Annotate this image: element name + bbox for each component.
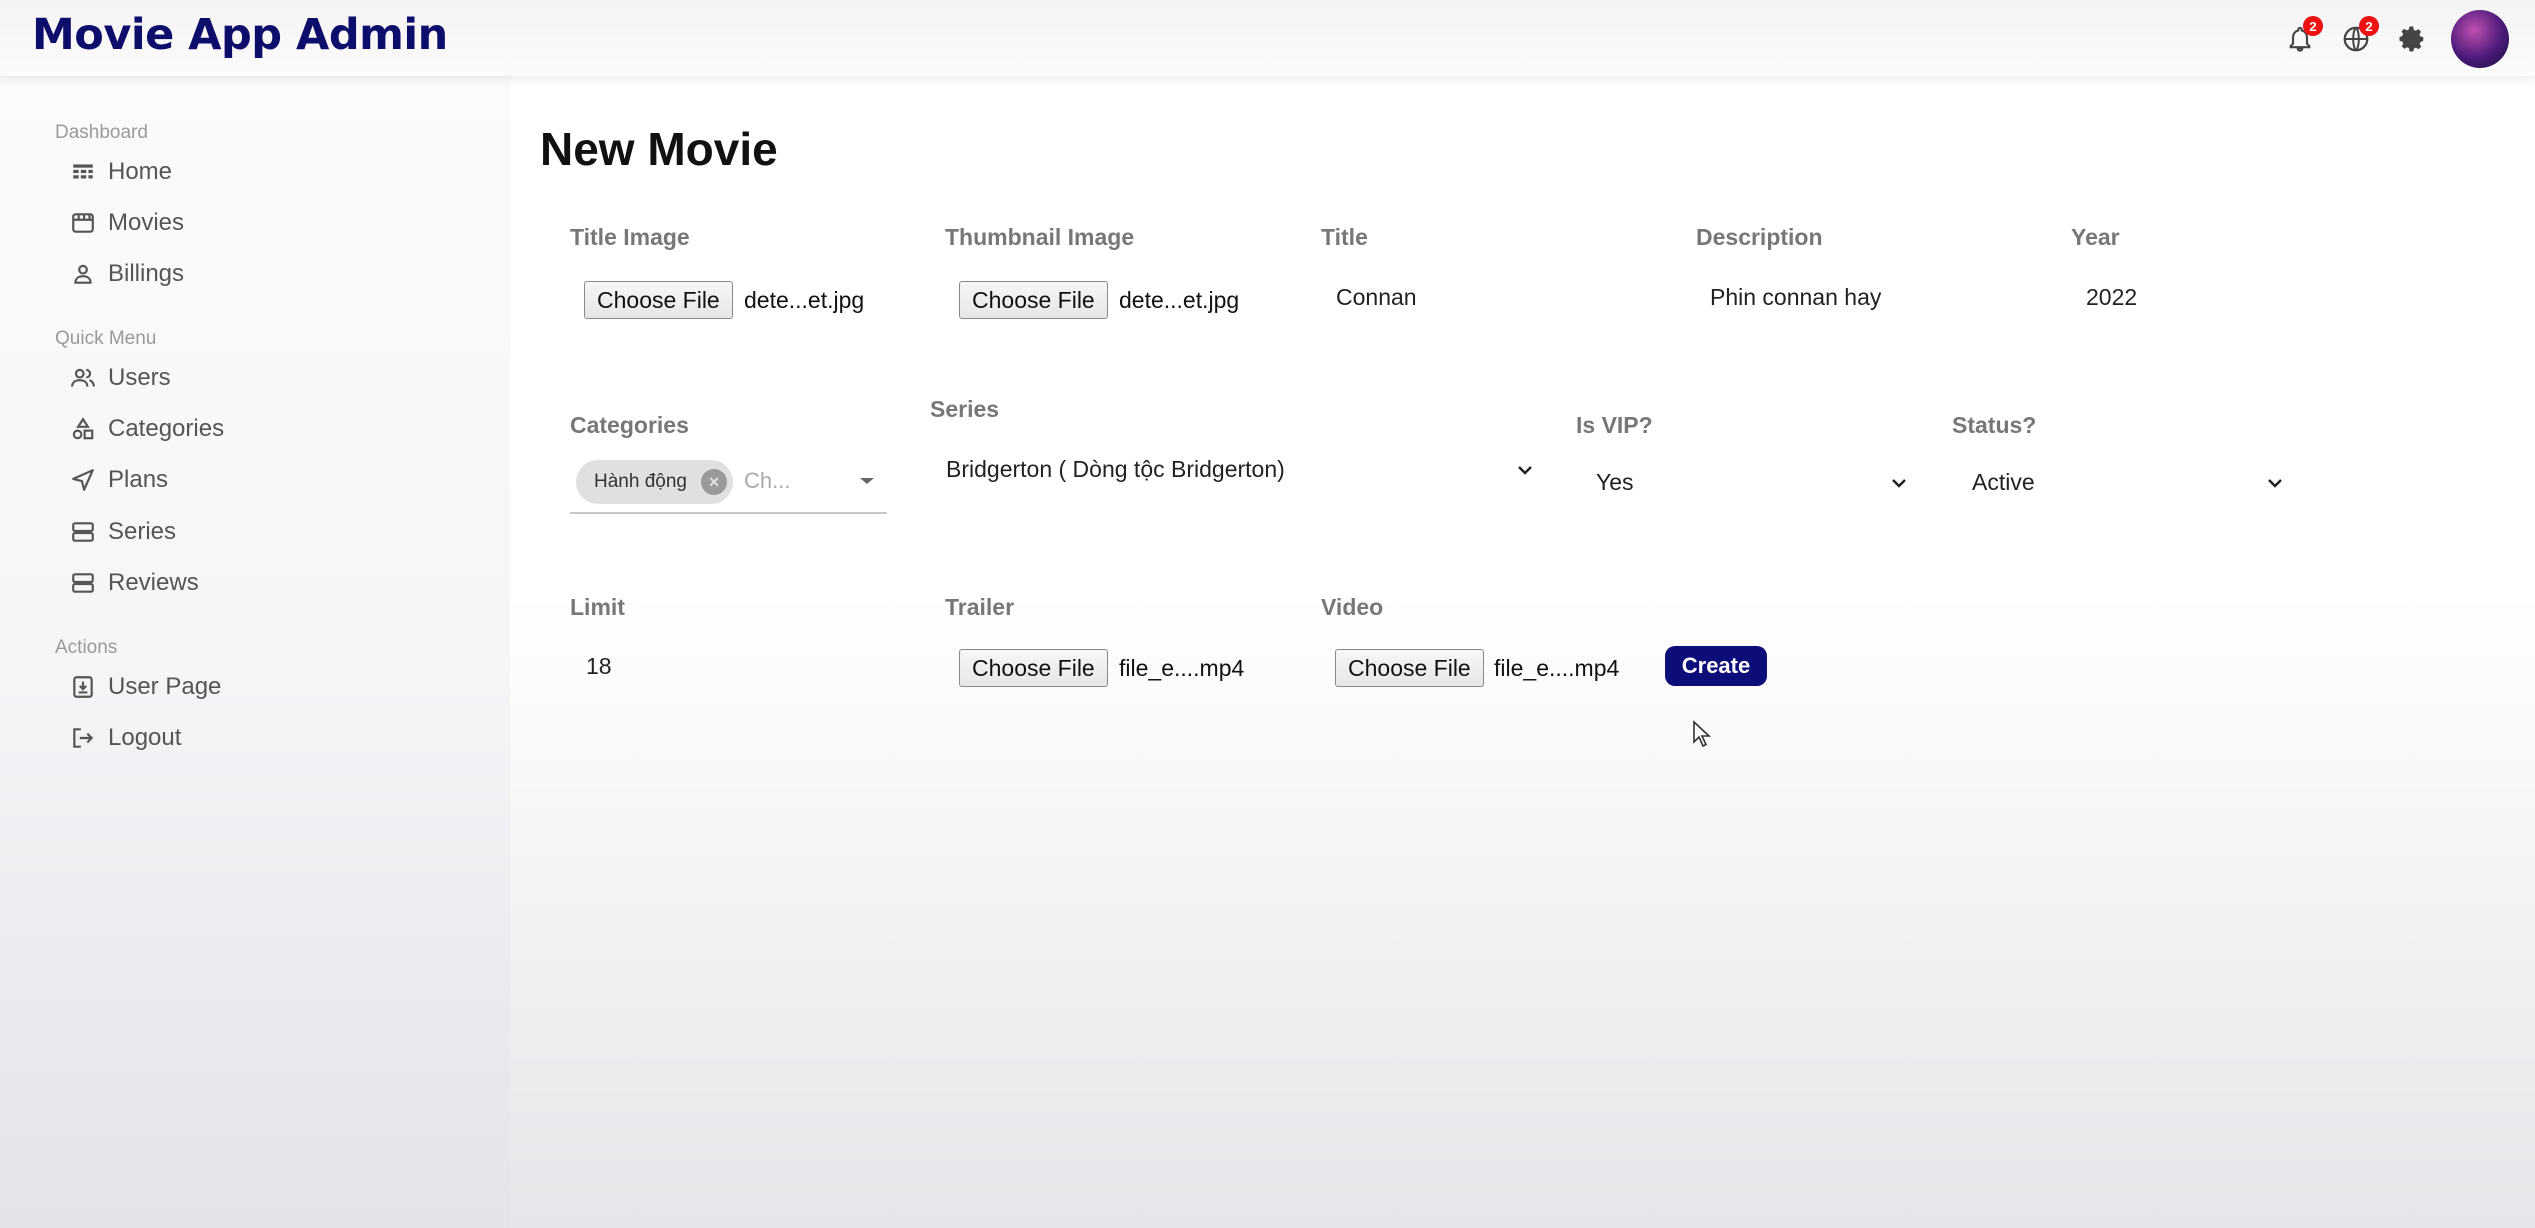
is-vip-label: Is VIP? bbox=[1576, 412, 1653, 438]
status-select[interactable]: Active bbox=[1972, 469, 2284, 496]
status-label: Status? bbox=[1952, 412, 2037, 438]
sidebar-item-billings[interactable]: Billings bbox=[70, 260, 184, 288]
sidebar-item-plans[interactable]: Plans bbox=[70, 466, 168, 494]
description-input[interactable]: Phin connan hay bbox=[1710, 284, 1881, 311]
sidebar-item-logout[interactable]: Logout bbox=[70, 724, 181, 752]
categories-input[interactable]: Ch... bbox=[744, 468, 790, 494]
sidebar-item-movies[interactable]: Movies bbox=[70, 209, 184, 237]
send-icon bbox=[72, 469, 94, 491]
title-image-file-name: dete...et.jpg bbox=[744, 287, 865, 313]
users-icon bbox=[71, 368, 95, 387]
user-page-icon bbox=[73, 676, 93, 698]
sidebar-section-quick-menu: Quick Menu bbox=[55, 328, 157, 349]
shapes-icon bbox=[72, 417, 94, 440]
is-vip-select[interactable]: Yes bbox=[1596, 469, 1908, 496]
home-icon bbox=[73, 164, 93, 179]
sidebar-item-home[interactable]: Home bbox=[70, 158, 172, 186]
trailer-choose-button[interactable]: Choose File bbox=[959, 649, 1108, 687]
page-title: New Movie bbox=[540, 123, 778, 175]
mouse-cursor-icon bbox=[1693, 720, 1712, 748]
status-selected-value: Active bbox=[1972, 469, 2035, 495]
chevron-down-icon bbox=[2268, 478, 2282, 488]
person-icon bbox=[74, 264, 92, 284]
app-title[interactable]: Movie App Admin bbox=[32, 10, 448, 60]
category-chip: Hành động × bbox=[576, 460, 733, 504]
title-input[interactable]: Connan bbox=[1336, 284, 1417, 311]
sidebar-item-user-page[interactable]: User Page bbox=[70, 673, 221, 701]
storage-icon bbox=[72, 573, 94, 593]
logout-icon bbox=[73, 728, 94, 748]
notifications-button[interactable]: 2 bbox=[2283, 16, 2323, 56]
series-select[interactable]: Bridgerton ( Dòng tộc Bridgerton) bbox=[946, 456, 1534, 483]
description-label: Description bbox=[1696, 224, 1823, 250]
chevron-down-icon bbox=[1518, 465, 1532, 475]
create-button[interactable]: Create bbox=[1665, 646, 1767, 686]
series-selected-value: Bridgerton ( Dòng tộc Bridgerton) bbox=[946, 456, 1285, 482]
year-label: Year bbox=[2071, 224, 2120, 250]
sidebar-section-actions: Actions bbox=[55, 637, 118, 658]
sidebar-item-categories[interactable]: Categories bbox=[70, 415, 224, 443]
video-label: Video bbox=[1321, 594, 1384, 620]
categories-underline bbox=[570, 512, 887, 514]
title-image-label: Title Image bbox=[570, 224, 690, 250]
limit-input[interactable]: 18 bbox=[586, 653, 612, 680]
title-image-choose-button[interactable]: Choose File bbox=[584, 281, 733, 319]
year-input[interactable]: 2022 bbox=[2086, 284, 2137, 311]
settings-button[interactable] bbox=[2395, 22, 2429, 56]
movies-icon bbox=[72, 213, 94, 233]
sidebar-item-label: Reviews bbox=[108, 569, 199, 596]
storage-icon bbox=[72, 522, 94, 542]
categories-dropdown-arrow-icon[interactable] bbox=[858, 476, 876, 486]
is-vip-selected-value: Yes bbox=[1596, 469, 1634, 495]
sidebar-item-label: Series bbox=[108, 518, 177, 545]
user-avatar[interactable] bbox=[2451, 10, 2509, 68]
category-chip-label: Hành động bbox=[594, 471, 687, 492]
video-file-name: file_e....mp4 bbox=[1494, 655, 1620, 681]
sidebar-item-label: Categories bbox=[108, 415, 225, 442]
chevron-down-icon bbox=[1892, 478, 1906, 488]
sidebar-item-reviews[interactable]: Reviews bbox=[70, 569, 199, 597]
sidebar-item-series[interactable]: Series bbox=[70, 518, 176, 546]
notification-badge: 2 bbox=[2303, 16, 2323, 36]
categories-label: Categories bbox=[570, 412, 689, 438]
sidebar-section-dashboard: Dashboard bbox=[55, 122, 148, 143]
chip-remove-icon[interactable]: × bbox=[700, 469, 727, 495]
sidebar: Dashboard Home Movies Billings Quick Men… bbox=[0, 76, 510, 1228]
sidebar-item-label: Logout bbox=[108, 724, 182, 751]
video-choose-button[interactable]: Choose File bbox=[1335, 649, 1484, 687]
sidebar-item-label: Billings bbox=[108, 260, 185, 287]
language-badge: 2 bbox=[2359, 16, 2379, 36]
series-label: Series bbox=[930, 396, 1000, 422]
sidebar-item-label: Home bbox=[108, 158, 173, 185]
thumbnail-image-label: Thumbnail Image bbox=[945, 224, 1135, 250]
top-icons: 2 2 bbox=[2283, 10, 2509, 68]
sidebar-item-users[interactable]: Users bbox=[70, 364, 171, 392]
language-button[interactable]: 2 bbox=[2339, 16, 2379, 56]
sidebar-item-label: Plans bbox=[108, 466, 169, 493]
sidebar-item-label: Movies bbox=[108, 209, 185, 236]
top-bar: Movie App Admin 2 2 bbox=[0, 0, 2535, 76]
title-field-label: Title bbox=[1321, 224, 1368, 250]
sidebar-item-label: Users bbox=[108, 364, 171, 391]
gear-icon bbox=[2399, 26, 2424, 52]
main-content: New Movie Title Image Choose File dete..… bbox=[510, 76, 2535, 1228]
trailer-label: Trailer bbox=[945, 594, 1015, 620]
limit-label: Limit bbox=[570, 594, 625, 620]
trailer-file-name: file_e....mp4 bbox=[1119, 655, 1245, 681]
thumbnail-image-choose-button[interactable]: Choose File bbox=[959, 281, 1108, 319]
sidebar-item-label: User Page bbox=[108, 673, 222, 700]
thumbnail-image-file-name: dete...et.jpg bbox=[1119, 287, 1240, 313]
